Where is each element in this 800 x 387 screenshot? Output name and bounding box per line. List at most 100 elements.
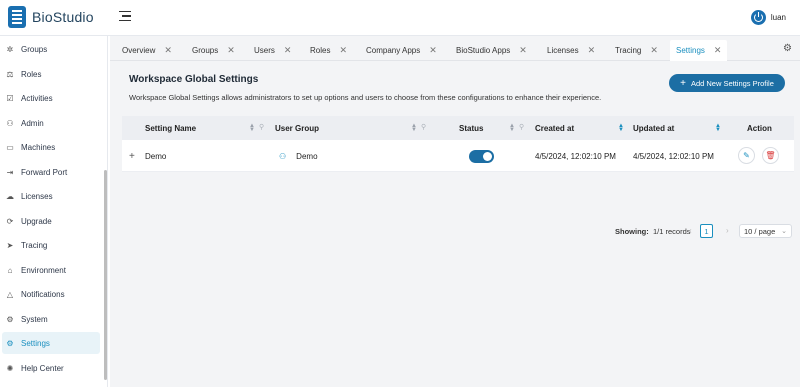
pencil-icon: ✎ [743,151,750,160]
sidebar-item-groups[interactable]: ✲ Groups [2,38,100,60]
forward-port-icon: ⇥ [6,167,14,177]
settings-icon: ⚙ [6,338,14,348]
sidebar-item-label: Upgrade [21,216,52,226]
column-header-created-at[interactable]: Created at [535,116,574,140]
tab-users[interactable]: Users ✕ [248,40,297,61]
sidebar-scrollbar[interactable] [104,170,107,380]
edit-button[interactable]: ✎ [738,147,755,164]
close-icon[interactable]: ✕ [714,45,722,56]
record-count: 1/1 records [653,227,691,236]
sidebar-item-notifications[interactable]: △ Notifications [2,283,100,305]
sidebar-item-activities[interactable]: ☑ Activities [2,87,100,109]
user-group-icon: ⚇ [279,151,287,161]
column-label: User Group [275,123,320,133]
close-icon[interactable]: ✕ [588,45,596,56]
tab-label: Tracing [615,46,642,55]
user-menu[interactable]: luan [750,10,786,25]
close-icon[interactable]: ✕ [284,45,292,56]
sort-icon[interactable]: ▲ ▼ [618,123,624,133]
sidebar-item-help-center[interactable]: ✺ Help Center [2,357,100,379]
column-header-status[interactable]: Status [459,116,483,140]
expand-row-button[interactable]: + [129,140,135,172]
app-name: BioStudio [32,9,94,25]
sidebar-item-label: Help Center [21,363,64,373]
search-icon[interactable]: ⚲ [519,123,524,131]
sidebar-item-settings[interactable]: ⚙ Settings [2,332,100,354]
user-name: luan [770,13,786,22]
table-row: + Demo ⚇ Demo 4/5/2024, 12:02:10 PM 4/5/… [122,140,794,172]
sidebar-item-roles[interactable]: ⚖ Roles [2,63,100,85]
column-label: Updated at [633,123,675,133]
sidebar-item-forward-port[interactable]: ⇥ Forward Port [2,161,100,183]
tab-licenses[interactable]: Licenses ✕ [541,40,601,61]
sidebar-item-label: Settings [21,338,50,348]
add-settings-profile-label: Add New Settings Profile [690,78,774,88]
tab-biostudio-apps[interactable]: BioStudio Apps ✕ [450,40,533,61]
column-header-user-group[interactable]: User Group [275,116,319,140]
sidebar-item-upgrade[interactable]: ⟳ Upgrade [2,210,100,232]
user-group-value: Demo [296,151,318,161]
delete-button[interactable]: 🗑 [762,147,779,164]
close-icon[interactable]: ✕ [339,45,347,56]
page-description: Workspace Global Settings allows adminis… [129,93,602,102]
bell-icon: △ [6,289,14,299]
sidebar-item-system[interactable]: ⚙ System [2,308,100,330]
groups-icon: ✲ [6,44,14,54]
page-size-select[interactable]: 10 / page ⌄ [739,224,792,238]
close-icon[interactable]: ✕ [227,45,235,56]
close-icon[interactable]: ✕ [650,45,658,56]
status-cell [469,140,494,172]
current-page-button[interactable]: 1 [700,224,713,238]
gear-icon[interactable]: ⚙ [783,43,792,54]
sidebar-item-label: Activities [21,93,53,103]
upgrade-icon: ⟳ [6,216,14,226]
sidebar-item-admin[interactable]: ⚇ Admin [2,112,100,134]
app-logo[interactable]: BioStudio [8,6,94,28]
menu-toggle-button[interactable] [118,9,132,23]
tab-groups[interactable]: Groups ✕ [186,40,241,61]
tab-settings[interactable]: Settings ✕ [670,40,728,61]
tab-tracing[interactable]: Tracing ✕ [609,40,664,61]
search-icon[interactable]: ⚲ [259,123,264,131]
updated-at-cell: 4/5/2024, 12:02:10 PM [633,140,714,172]
tab-bar: Overview ✕ Groups ✕ Users ✕ Roles ✕ Company … [110,36,800,61]
tab-overview[interactable]: Overview ✕ [116,40,178,61]
search-icon[interactable]: ⚲ [421,123,426,131]
tab-label: Roles [310,46,331,55]
tab-roles[interactable]: Roles ✕ [304,40,353,61]
column-header-updated-at[interactable]: Updated at [633,116,674,140]
sidebar-item-machines[interactable]: ▭ Machines [2,136,100,158]
help-icon: ✺ [6,363,14,373]
sidebar-item-tracing[interactable]: ➤ Tracing [2,234,100,256]
close-icon[interactable]: ✕ [519,45,527,56]
column-header-action: Action [747,116,772,140]
sidebar-item-label: Notifications [21,289,65,299]
column-header-setting-name[interactable]: Setting Name [145,116,196,140]
sidebar-item-label: Forward Port [21,167,68,177]
tab-label: Licenses [547,46,579,55]
chevron-right-icon[interactable]: › [726,226,729,235]
sidebar-item-label: Tracing [21,240,48,250]
tab-label: Groups [192,46,219,55]
sidebar-item-label: Licenses [21,191,53,201]
status-toggle[interactable] [469,149,494,163]
sort-icon[interactable]: ▲ ▼ [509,123,515,133]
page-title: Workspace Global Settings [129,74,259,85]
activities-icon: ☑ [6,93,14,103]
tab-company-apps[interactable]: Company Apps ✕ [360,40,443,61]
sort-icon[interactable]: ▲ ▼ [249,123,255,133]
setting-name-value: Demo [145,151,167,161]
tracing-icon: ➤ [6,240,14,250]
sort-icon[interactable]: ▲ ▼ [715,123,721,133]
add-settings-profile-button[interactable]: + Add New Settings Profile [669,74,785,92]
page-size-value: 10 / page [744,226,776,236]
created-at-cell: 4/5/2024, 12:02:10 PM [535,140,616,172]
sidebar-item-environment[interactable]: ⌂ Environment [2,259,100,281]
sort-icon[interactable]: ▲ ▼ [411,123,417,133]
sidebar-item-label: Roles [21,69,42,79]
close-icon[interactable]: ✕ [164,45,172,56]
machines-icon: ▭ [6,142,14,152]
chevron-left-icon[interactable]: ‹ [689,226,692,235]
close-icon[interactable]: ✕ [429,45,437,56]
sidebar-item-licenses[interactable]: ☁ Licenses [2,185,100,207]
